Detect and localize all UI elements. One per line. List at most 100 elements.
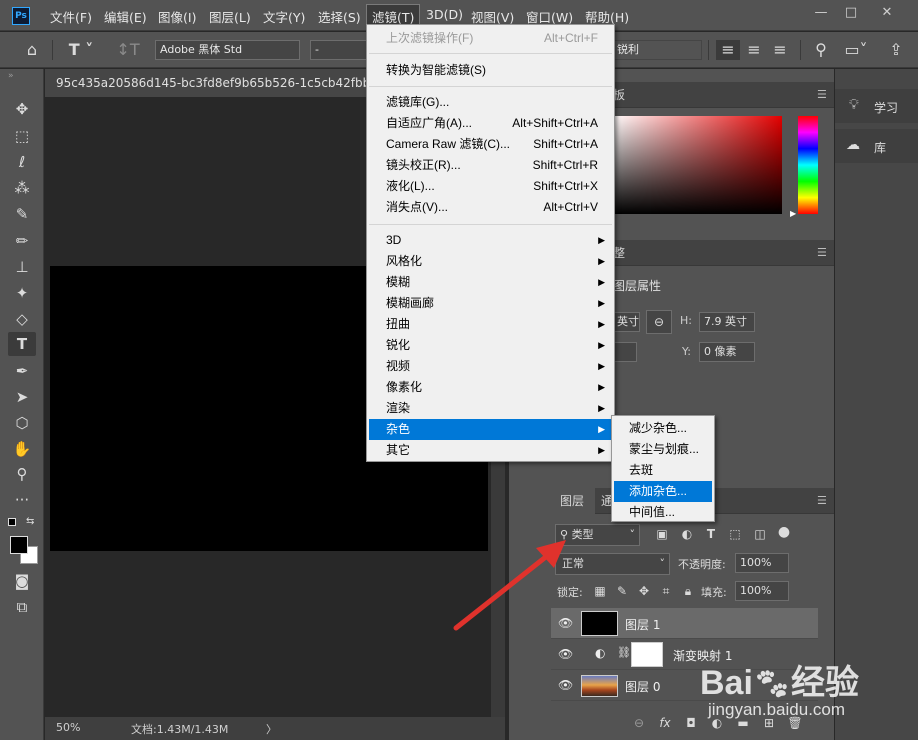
align-right-icon[interactable]: ≡ [768, 40, 792, 60]
width-field[interactable]: 英寸 [612, 312, 640, 332]
menu-item-add-noise[interactable]: 添加杂色... [614, 481, 712, 502]
brush-tool-icon[interactable]: ✏ [8, 229, 36, 253]
color-picker-field[interactable] [612, 116, 782, 214]
hue-pointer-icon[interactable]: ▶ [790, 209, 796, 218]
menu-item-render[interactable]: 渲染 ▶ [369, 398, 612, 419]
font-style-select[interactable]: - [310, 40, 370, 60]
move-tool-icon[interactable]: ✥ [8, 97, 36, 121]
status-menu-arrow[interactable]: 〉 [266, 721, 277, 737]
menu-item-blur-gallery[interactable]: 模糊画廊 ▶ [369, 293, 612, 314]
minimize-button[interactable]: — [812, 4, 830, 22]
x-field[interactable] [612, 342, 637, 362]
menu-item-3d[interactable]: 3D ▶ [369, 230, 612, 251]
fill-field[interactable]: 100% [735, 581, 789, 601]
foreground-color-swatch[interactable] [10, 536, 28, 554]
menu-edit[interactable]: 编辑(E) [104, 7, 147, 26]
align-center-icon[interactable]: ≡ [742, 40, 766, 60]
marquee-tool-icon[interactable]: ⬚ [8, 124, 36, 148]
y-field[interactable]: 0 像素 [699, 342, 755, 362]
menu-item-noise[interactable]: 杂色 ▶ [369, 419, 612, 440]
search-icon[interactable]: ⚲ [810, 40, 832, 60]
magic-wand-tool-icon[interactable]: ⁂ [8, 176, 36, 200]
shape-tool-icon[interactable]: ⬡ [8, 411, 36, 435]
menu-item-dust-and-scratches[interactable]: 蒙尘与划痕... [614, 439, 712, 460]
link-layers-icon[interactable]: ⊖ [629, 713, 649, 733]
menu-item-convert-smart-filter[interactable]: 转换为智能滤镜(S) [369, 60, 612, 81]
eyedropper-tool-icon[interactable]: ✎ [8, 202, 36, 226]
panel-menu-icon[interactable]: ☰ [817, 82, 827, 108]
menu-item-filter-gallery[interactable]: 滤镜库(G)... [369, 92, 612, 113]
menu-item-camera-raw[interactable]: Camera Raw 滤镜(C)... Shift+Ctrl+A [369, 134, 612, 155]
add-mask-icon[interactable]: ◘ [681, 713, 701, 733]
menu-item-sharpen[interactable]: 锐化 ▶ [369, 335, 612, 356]
menu-item-reduce-noise[interactable]: 减少杂色... [614, 418, 712, 439]
menu-image[interactable]: 图像(I) [158, 7, 196, 26]
stamp-tool-icon[interactable]: ⊥ [8, 255, 36, 279]
layer-name[interactable]: 图层 1 [625, 616, 660, 633]
more-tools-icon[interactable]: ··· [8, 488, 36, 512]
panel-menu-icon[interactable]: ☰ [817, 240, 827, 266]
align-left-icon[interactable]: ≡ [716, 40, 740, 60]
antialias-select[interactable]: 锐利 [612, 40, 702, 60]
layers-tab[interactable]: 图层 [549, 488, 595, 514]
filter-toggle-icon[interactable]: ● [774, 522, 794, 542]
text-tool-preset-icon[interactable]: T ˅ [64, 40, 98, 60]
visibility-eye-icon[interactable]: 👁︎ [558, 647, 573, 661]
lock-transparent-icon[interactable]: ▦ [590, 581, 610, 601]
filter-shape-icon[interactable]: ⬚ [725, 524, 745, 544]
menu-item-despeckle[interactable]: 去斑 [614, 460, 712, 481]
learn-button[interactable]: 💡︎ 学习 [835, 89, 918, 123]
link-icon[interactable]: ⊖ [646, 310, 672, 334]
menu-item-adaptive-wide-angle[interactable]: 自适应广角(A)... Alt+Shift+Ctrl+A [369, 113, 612, 134]
filter-type-icon[interactable]: T [701, 524, 721, 544]
menu-file[interactable]: 文件(F) [50, 7, 92, 26]
menu-item-liquify[interactable]: 液化(L)... Shift+Ctrl+X [369, 176, 612, 197]
share-icon[interactable]: ⇪ [884, 40, 908, 60]
library-button[interactable]: ☁︎ 库 [835, 129, 918, 163]
close-button[interactable]: ✕ [878, 4, 896, 22]
filter-pixel-icon[interactable]: ▣ [652, 524, 672, 544]
menu-item-distort[interactable]: 扭曲 ▶ [369, 314, 612, 335]
swap-colors-icon[interactable]: ⇆ [26, 516, 34, 527]
eraser-tool-icon[interactable]: ◇ [8, 307, 36, 331]
menu-3d[interactable]: 3D(D) [426, 7, 463, 22]
zoom-tool-icon[interactable]: ⚲ [8, 462, 36, 486]
lock-all-icon[interactable]: 🔒︎ [678, 581, 698, 601]
lock-pixels-icon[interactable]: ✎ [612, 581, 632, 601]
opacity-field[interactable]: 100% [735, 553, 789, 573]
hue-slider[interactable] [798, 116, 818, 214]
chain-link-icon[interactable]: ⛓ [617, 646, 631, 659]
workspace-icon[interactable]: ▭˅ [840, 40, 872, 60]
menu-item-video[interactable]: 视频 ▶ [369, 356, 612, 377]
lock-position-icon[interactable]: ✥ [634, 581, 654, 601]
lock-artboard-icon[interactable]: ⌗ [656, 581, 676, 601]
menu-item-vanishing-point[interactable]: 消失点(V)... Alt+Ctrl+V [369, 197, 612, 218]
zoom-level[interactable]: 50% [56, 721, 80, 734]
menu-item-lens-correction[interactable]: 镜头校正(R)... Shift+Ctrl+R [369, 155, 612, 176]
panel-menu-icon[interactable]: ☰ [817, 488, 827, 514]
default-colors-icon[interactable] [8, 518, 16, 526]
menu-item-median[interactable]: 中间值... [614, 502, 712, 523]
layer-name[interactable]: 图层 0 [625, 678, 660, 695]
menu-select[interactable]: 选择(S) [318, 7, 361, 26]
screen-mode-icon[interactable]: ⧉ [8, 595, 36, 619]
quick-mask-icon[interactable]: ◙ [8, 569, 36, 593]
history-brush-tool-icon[interactable]: ✦ [8, 281, 36, 305]
menu-type[interactable]: 文字(Y) [263, 7, 305, 26]
maximize-button[interactable]: □ [842, 4, 860, 22]
collapse-icon[interactable]: » [8, 71, 14, 81]
layer-row[interactable]: 👁︎ 图层 1 [551, 608, 818, 639]
menu-layer[interactable]: 图层(L) [209, 7, 251, 26]
menu-item-pixelate[interactable]: 像素化 ▶ [369, 377, 612, 398]
filter-adjustment-icon[interactable]: ◐ [677, 524, 697, 544]
home-icon[interactable]: ⌂ [20, 40, 44, 60]
type-tool-icon[interactable]: T [8, 332, 36, 356]
pen-tool-icon[interactable]: ✒ [8, 359, 36, 383]
fx-icon[interactable]: fx [655, 713, 675, 733]
font-family-select[interactable]: Adobe 黑体 Std [155, 40, 300, 60]
text-orientation-icon[interactable]: ↕T [116, 40, 140, 60]
height-field[interactable]: 7.9 英寸 [699, 312, 755, 332]
hand-tool-icon[interactable]: ✋ [8, 437, 36, 461]
menu-item-stylize[interactable]: 风格化 ▶ [369, 251, 612, 272]
menu-item-other[interactable]: 其它 ▶ [369, 440, 612, 461]
